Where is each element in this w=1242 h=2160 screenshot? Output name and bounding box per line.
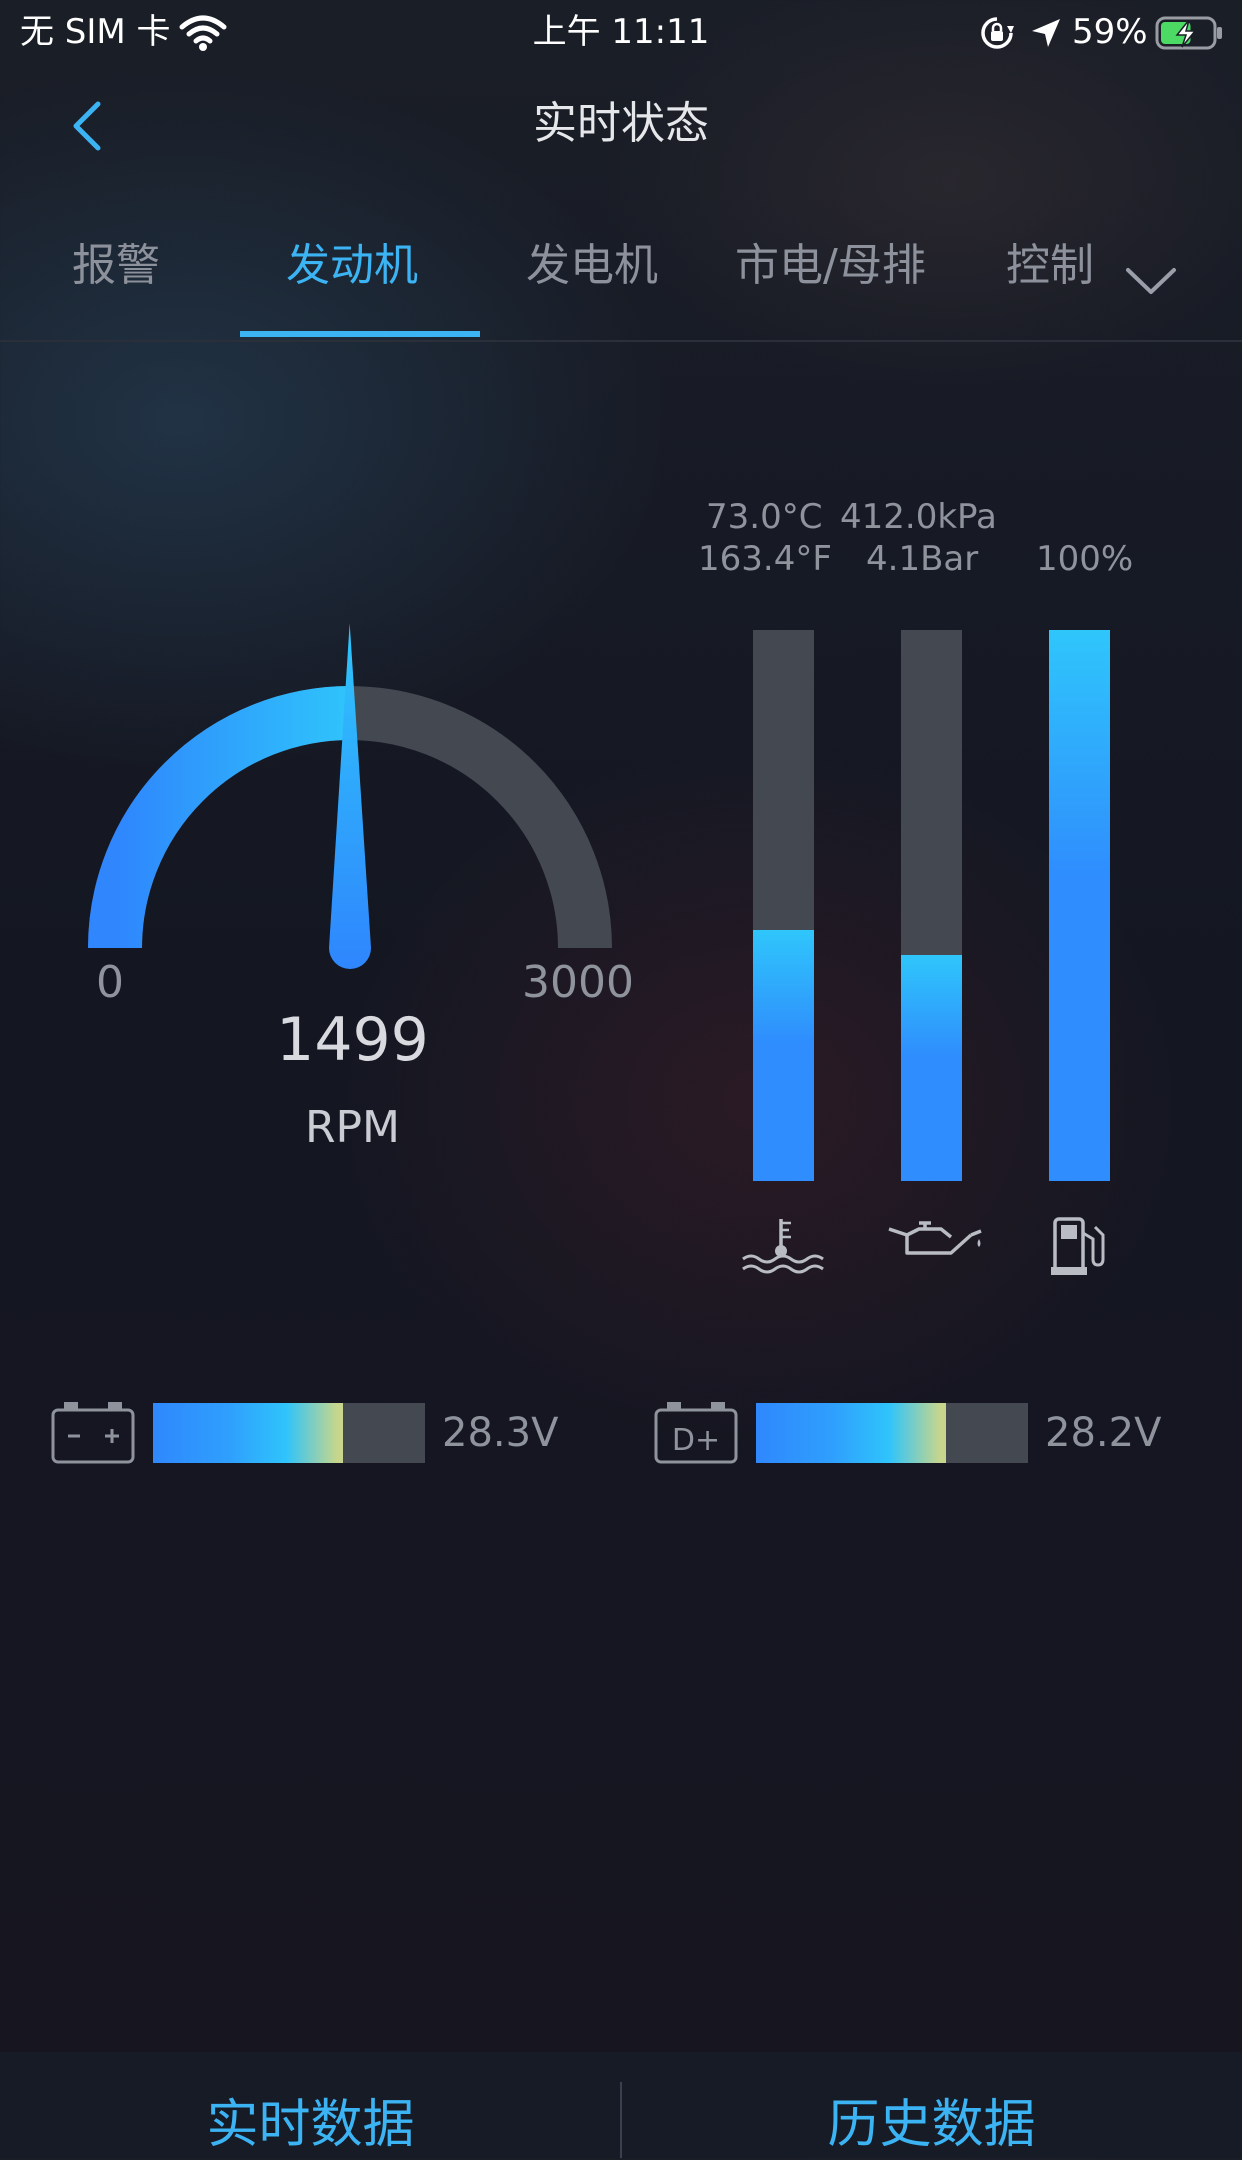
alternator-voltage-value: 28.2V bbox=[1045, 1410, 1162, 1456]
page-title: 实时状态 bbox=[533, 98, 709, 149]
gauge-max-label: 3000 bbox=[522, 957, 634, 1008]
tab-engine[interactable]: 发动机 bbox=[286, 236, 418, 296]
tab-control[interactable]: 控制 bbox=[1006, 236, 1096, 296]
location-arrow-icon bbox=[1030, 16, 1062, 50]
tabs-more-button[interactable] bbox=[1122, 260, 1180, 300]
rotation-lock-icon bbox=[980, 16, 1014, 50]
coolant-temperature-bar bbox=[753, 630, 814, 1181]
alternator-voltage-bar bbox=[756, 1403, 1028, 1463]
oil-pressure-bar-fill bbox=[901, 955, 962, 1181]
active-tab-indicator bbox=[240, 331, 480, 337]
battery-icon bbox=[50, 1400, 136, 1466]
tabs-divider bbox=[0, 340, 1242, 342]
oil-pressure-bar bbox=[901, 630, 962, 1181]
svg-text:D+: D+ bbox=[672, 1423, 720, 1458]
temperature-celsius: 73.0°C bbox=[706, 497, 823, 537]
oil-pressure-kpa: 412.0kPa bbox=[840, 497, 997, 537]
chevron-down-icon bbox=[1126, 268, 1176, 294]
rpm-unit: RPM bbox=[304, 1102, 401, 1153]
battery-voltage-bar-fill bbox=[153, 1403, 344, 1463]
gauge-needle bbox=[329, 623, 371, 969]
temperature-fahrenheit: 163.4°F bbox=[698, 539, 832, 579]
rpm-value: 1499 bbox=[276, 1005, 429, 1075]
tab-generator[interactable]: 发电机 bbox=[526, 236, 658, 296]
fuel-bar-fill bbox=[1049, 630, 1110, 1181]
gauge-fill bbox=[88, 686, 351, 949]
battery-percent: 59% bbox=[1072, 12, 1148, 52]
battery-voltage-value: 28.3V bbox=[442, 1410, 559, 1456]
history-data-button[interactable]: 历史数据 bbox=[621, 2090, 1242, 2160]
battery-charging-icon bbox=[1155, 14, 1225, 52]
tab-mains-busbar[interactable]: 市电/母排 bbox=[735, 236, 926, 296]
alternator-d-plus-icon: D+ bbox=[653, 1400, 739, 1466]
fuel-level: 100% bbox=[1036, 539, 1134, 579]
gauge-min-label: 0 bbox=[96, 957, 124, 1008]
coolant-temperature-bar-fill bbox=[753, 930, 814, 1181]
oil-pressure-bar: 4.1Bar bbox=[866, 539, 979, 579]
oil-can-icon bbox=[885, 1215, 982, 1275]
tab-alarm[interactable]: 报警 bbox=[72, 236, 160, 296]
realtime-data-button[interactable]: 实时数据 bbox=[0, 2090, 621, 2160]
fuel-pump-icon bbox=[1035, 1215, 1125, 1275]
fuel-bar bbox=[1049, 630, 1110, 1181]
alternator-voltage-bar-fill bbox=[756, 1403, 947, 1463]
rpm-gauge bbox=[88, 623, 612, 969]
battery-voltage-bar bbox=[153, 1403, 425, 1463]
coolant-temperature-icon bbox=[737, 1215, 827, 1275]
